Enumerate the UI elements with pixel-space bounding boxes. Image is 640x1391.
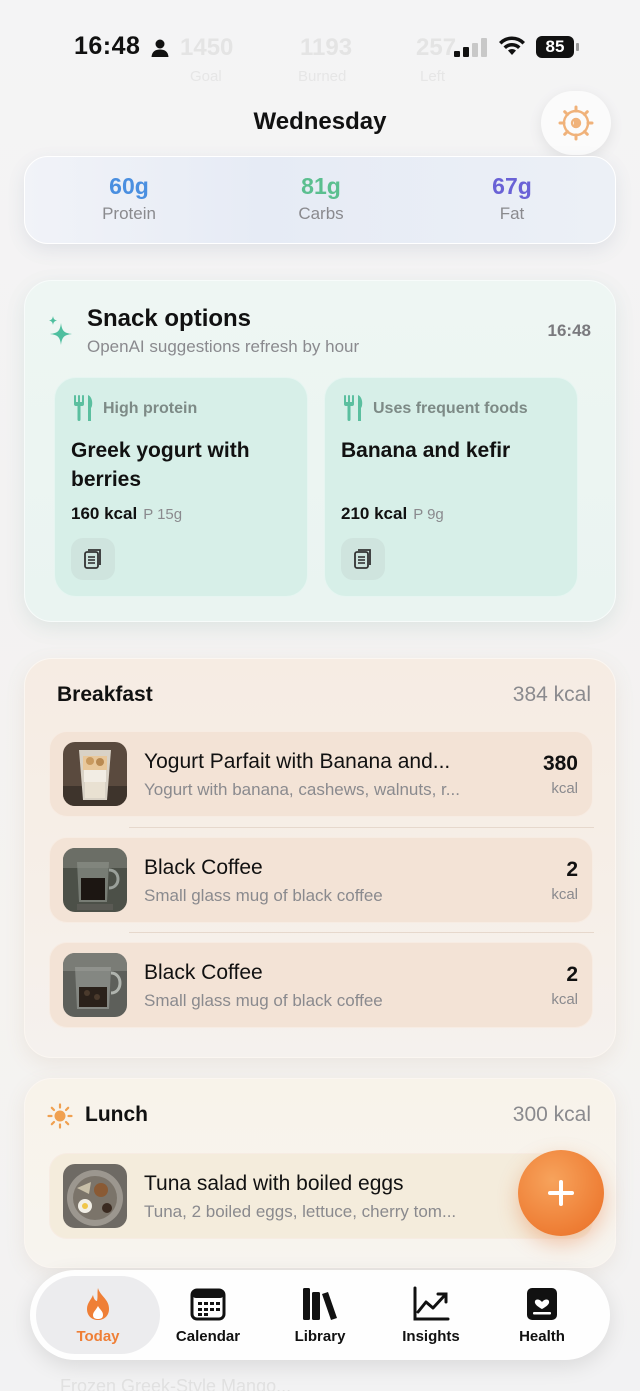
goal-label: Goal: [190, 68, 222, 85]
sparkle-icon: [49, 316, 72, 345]
gear-icon: [558, 105, 594, 141]
partial-food-name: Frozen Greek-Style Mango...: [60, 1376, 292, 1391]
tab-label: Calendar: [175, 1328, 241, 1345]
add-food-button[interactable]: [518, 1150, 604, 1236]
meal-title: Breakfast: [57, 683, 153, 706]
person-icon: [151, 39, 169, 57]
snack-options-card: Snack options OpenAI suggestions refresh…: [24, 280, 616, 622]
books-icon: [303, 1288, 337, 1320]
tab-calendar[interactable]: Calendar: [150, 1276, 266, 1354]
divider: [129, 827, 594, 828]
food-kcal-unit: kcal: [551, 991, 578, 1008]
document-icon: [84, 549, 101, 569]
tab-insights[interactable]: Insights: [373, 1276, 489, 1354]
goal-value: 1450: [180, 34, 234, 61]
tab-library[interactable]: Library: [262, 1276, 378, 1354]
food-description: Small glass mug of black coffee: [144, 991, 383, 1010]
flame-icon: [87, 1288, 109, 1320]
settings-button[interactable]: [541, 91, 611, 155]
macro-carbs-value: 81g: [301, 173, 341, 199]
fork-knife-icon: [74, 395, 93, 421]
tab-label: Health: [519, 1328, 565, 1345]
food-kcal-unit: kcal: [551, 886, 578, 903]
food-name: Black Coffee: [144, 961, 263, 984]
burned-value: 1193: [300, 34, 353, 61]
macro-fat: 67g Fat: [432, 173, 592, 224]
meal-total-kcal: 384 kcal: [512, 683, 591, 706]
status-time: 16:48: [74, 32, 141, 60]
burned-label: Burned: [298, 68, 347, 85]
food-entry-row[interactable]: Tuna salad with boiled eggs Tuna, 2 boil…: [49, 1153, 593, 1239]
tab-today[interactable]: Today: [36, 1276, 160, 1354]
food-description: Small glass mug of black coffee: [144, 886, 383, 905]
wifi-icon: [499, 36, 525, 55]
sun-icon: [47, 1103, 73, 1129]
food-entry-row[interactable]: Black Coffee Small glass mug of black co…: [49, 942, 593, 1028]
snack-protein: P 15g: [143, 506, 183, 523]
food-entry-row[interactable]: Yogurt Parfait with Banana and... Yogurt…: [49, 731, 593, 817]
plus-icon: [548, 1180, 574, 1206]
tab-label: Insights: [402, 1328, 460, 1345]
snack-suggestion-card[interactable]: Uses frequent foods Banana and kefir 210…: [324, 377, 578, 597]
battery-level: 85: [536, 36, 574, 58]
food-description: Yogurt with banana, cashews, walnuts, r.…: [144, 780, 460, 799]
calendar-icon: [190, 1288, 226, 1321]
macro-carbs-label: Carbs: [298, 204, 344, 223]
meal-title: Lunch: [85, 1103, 148, 1126]
recipe-button[interactable]: [71, 538, 115, 580]
food-photo: [63, 953, 127, 1017]
food-name: Yogurt Parfait with Banana and...: [144, 750, 451, 773]
macro-fat-value: 67g: [492, 173, 532, 199]
food-kcal: 380: [542, 752, 578, 775]
snack-kcal: 160 kcal P 15g: [71, 504, 183, 523]
food-photo: [63, 1164, 127, 1228]
food-kcal: 2: [566, 963, 578, 986]
snack-name: Banana and kefir: [341, 439, 511, 462]
food-photo: [63, 742, 127, 806]
snack-options-subtitle: OpenAI suggestions refresh by hour: [87, 337, 360, 356]
fork-knife-icon: [344, 395, 363, 421]
food-name: Tuna salad with boiled eggs: [144, 1172, 404, 1195]
macro-protein-label: Protein: [102, 204, 156, 223]
meal-total-kcal: 300 kcal: [512, 1103, 591, 1126]
macro-fat-label: Fat: [499, 204, 525, 223]
food-description: Tuna, 2 boiled eggs, lettuce, cherry tom…: [144, 1202, 457, 1221]
left-value: 257: [416, 34, 457, 61]
macro-protein-value: 60g: [109, 173, 149, 199]
snack-options-title: Snack options: [87, 305, 252, 332]
breakfast-card: Breakfast 384 kcal Yogurt Parfait with B…: [24, 658, 616, 1058]
food-photo: [63, 848, 127, 912]
battery-icon: 85: [536, 36, 580, 58]
snack-tag: High protein: [103, 400, 198, 417]
chart-icon: [413, 1286, 450, 1321]
snack-options-time: 16:48: [547, 321, 591, 340]
macro-protein: 60g Protein: [49, 173, 209, 224]
health-icon: [527, 1288, 557, 1320]
tab-bar: Today Calendar Library Insights Health: [30, 1270, 610, 1360]
snack-tag: Uses frequent foods: [373, 400, 528, 417]
food-kcal: 2: [566, 858, 578, 881]
tab-label: Today: [76, 1328, 120, 1345]
tab-health[interactable]: Health: [484, 1276, 600, 1354]
snack-suggestion-card[interactable]: High protein Greek yogurt with berries 1…: [54, 377, 308, 597]
food-name: Black Coffee: [144, 856, 263, 879]
macros-summary-card: 60g Protein 81g Carbs 67g Fat: [24, 156, 616, 244]
snack-protein: P 9g: [413, 506, 444, 523]
snack-kcal: 210 kcal P 9g: [341, 504, 444, 523]
cellular-signal-icon: [454, 37, 488, 57]
food-entry-row[interactable]: Black Coffee Small glass mug of black co…: [49, 837, 593, 923]
food-kcal-unit: kcal: [551, 780, 578, 797]
recipe-button[interactable]: [341, 538, 385, 580]
tab-label: Library: [294, 1328, 346, 1345]
snack-name: Greek yogurt with berries: [71, 439, 250, 491]
left-label: Left: [420, 68, 446, 85]
macro-carbs: 81g Carbs: [241, 173, 401, 224]
divider: [129, 932, 594, 933]
document-icon: [354, 549, 371, 569]
